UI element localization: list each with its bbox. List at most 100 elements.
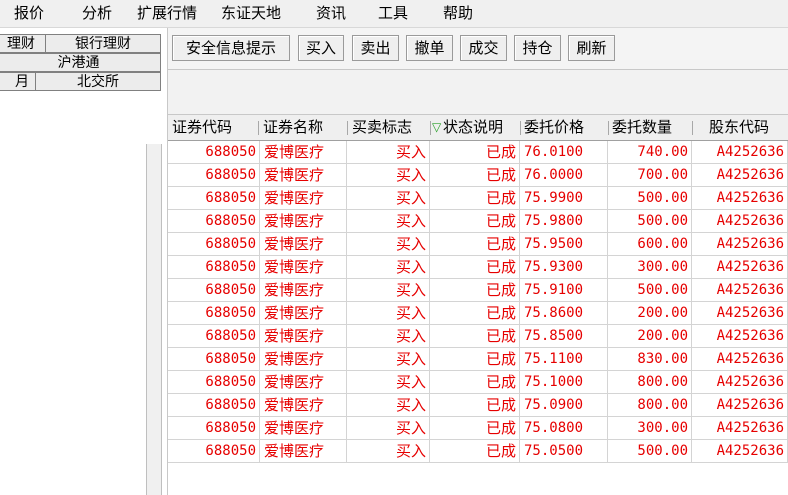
table-row[interactable]: 688050 爱博医疗 买入 已成 76.0100 740.00 A4252636	[168, 141, 788, 164]
cell-status: 已成	[430, 256, 520, 278]
cell-code: 688050	[168, 325, 260, 347]
cell-qty: 500.00	[608, 187, 692, 209]
menu-help[interactable]: 帮助	[443, 3, 473, 23]
cell-qty: 200.00	[608, 302, 692, 324]
table-row[interactable]: 688050 爱博医疗 买入 已成 75.1100 830.00 A4252636	[168, 348, 788, 371]
sort-down-icon: ▽	[432, 120, 442, 134]
col-divider[interactable]	[520, 121, 521, 135]
buy-button[interactable]: 买入	[298, 35, 344, 61]
cell-qty: 500.00	[608, 279, 692, 301]
col-header-price[interactable]: 委托价格	[524, 115, 606, 140]
table-row[interactable]: 688050 爱博医疗 买入 已成 75.9100 500.00 A4252636	[168, 279, 788, 302]
col-divider[interactable]	[347, 121, 348, 135]
security-info-button[interactable]: 安全信息提示	[172, 35, 290, 61]
positions-button[interactable]: 持仓	[514, 35, 561, 61]
cell-price: 75.1000	[520, 371, 608, 393]
cell-code: 688050	[168, 141, 260, 163]
cell-status: 已成	[430, 348, 520, 370]
tab-month[interactable]: 月	[0, 72, 36, 91]
cell-holder: A4252636	[692, 187, 788, 209]
cell-side: 买入	[347, 164, 430, 186]
cell-status: 已成	[430, 233, 520, 255]
table-row[interactable]: 688050 爱博医疗 买入 已成 75.9800 500.00 A4252636	[168, 210, 788, 233]
table-row[interactable]: 688050 爱博医疗 买入 已成 75.9900 500.00 A4252636	[168, 187, 788, 210]
table-row[interactable]: 688050 爱博医疗 买入 已成 75.9500 600.00 A4252636	[168, 233, 788, 256]
menu-tools[interactable]: 工具	[378, 3, 408, 23]
col-divider[interactable]	[608, 121, 609, 135]
col-divider[interactable]	[692, 121, 693, 135]
refresh-button[interactable]: 刷新	[568, 35, 615, 61]
menu-analysis[interactable]: 分析	[82, 3, 112, 23]
menu-quote[interactable]: 报价	[14, 3, 44, 23]
cell-qty: 500.00	[608, 210, 692, 232]
left-scrollbar[interactable]	[146, 144, 162, 495]
cell-status: 已成	[430, 302, 520, 324]
col-header-qty[interactable]: 委托数量	[612, 115, 692, 140]
cell-code: 688050	[168, 187, 260, 209]
tab-hk-connect[interactable]: 沪港通	[0, 53, 161, 72]
cell-status: 已成	[430, 141, 520, 163]
menu-bar: 报价 分析 扩展行情 东证天地 资讯 工具 帮助	[0, 0, 788, 28]
cell-status: 已成	[430, 371, 520, 393]
cell-name: 爱博医疗	[260, 325, 347, 347]
menu-news[interactable]: 资讯	[316, 3, 346, 23]
table-row[interactable]: 688050 爱博医疗 买入 已成 75.0900 800.00 A4252636	[168, 394, 788, 417]
cell-qty: 830.00	[608, 348, 692, 370]
cell-status: 已成	[430, 210, 520, 232]
cell-holder: A4252636	[692, 440, 788, 462]
col-divider[interactable]	[258, 121, 259, 135]
menu-dzt[interactable]: 东证天地	[221, 3, 281, 23]
cell-holder: A4252636	[692, 348, 788, 370]
cell-side: 买入	[347, 256, 430, 278]
tab-bse[interactable]: 北交所	[35, 72, 161, 91]
cell-price: 75.8600	[520, 302, 608, 324]
col-header-name[interactable]: 证券名称	[263, 115, 345, 140]
cell-name: 爱博医疗	[260, 371, 347, 393]
cell-holder: A4252636	[692, 394, 788, 416]
cell-name: 爱博医疗	[260, 141, 347, 163]
col-header-holder[interactable]: 股东代码	[709, 115, 787, 140]
tab-wealth[interactable]: 理财	[0, 34, 46, 53]
cell-side: 买入	[347, 210, 430, 232]
col-header-status[interactable]: 状态说明	[443, 115, 519, 140]
table-row[interactable]: 688050 爱博医疗 买入 已成 75.0500 500.00 A4252636	[168, 440, 788, 463]
cancel-order-button[interactable]: 撤单	[406, 35, 453, 61]
col-header-code[interactable]: 证券代码	[172, 115, 256, 140]
cell-price: 75.0900	[520, 394, 608, 416]
table-row[interactable]: 688050 爱博医疗 买入 已成 75.1000 800.00 A4252636	[168, 371, 788, 394]
cell-code: 688050	[168, 440, 260, 462]
cell-name: 爱博医疗	[260, 164, 347, 186]
cell-holder: A4252636	[692, 164, 788, 186]
cell-price: 75.1100	[520, 348, 608, 370]
tab-bank-wealth[interactable]: 银行理财	[45, 34, 161, 53]
cell-side: 买入	[347, 394, 430, 416]
cell-price: 75.9800	[520, 210, 608, 232]
col-divider[interactable]	[430, 121, 431, 135]
cell-name: 爱博医疗	[260, 348, 347, 370]
cell-code: 688050	[168, 348, 260, 370]
table-row[interactable]: 688050 爱博医疗 买入 已成 75.0800 300.00 A4252636	[168, 417, 788, 440]
table-row[interactable]: 688050 爱博医疗 买入 已成 75.8600 200.00 A4252636	[168, 302, 788, 325]
table-row[interactable]: 688050 爱博医疗 买入 已成 75.8500 200.00 A4252636	[168, 325, 788, 348]
cell-holder: A4252636	[692, 256, 788, 278]
cell-qty: 200.00	[608, 325, 692, 347]
cell-status: 已成	[430, 187, 520, 209]
cell-code: 688050	[168, 394, 260, 416]
trades-button[interactable]: 成交	[460, 35, 507, 61]
cell-price: 75.0800	[520, 417, 608, 439]
col-header-side[interactable]: 买卖标志	[352, 115, 429, 140]
cell-name: 爱博医疗	[260, 256, 347, 278]
cell-holder: A4252636	[692, 141, 788, 163]
orders-table-header: 证券代码 证券名称 买卖标志 ▽ 状态说明 委托价格 委托数量 股东代码	[168, 115, 788, 141]
cell-price: 75.8500	[520, 325, 608, 347]
cell-name: 爱博医疗	[260, 210, 347, 232]
cell-qty: 300.00	[608, 256, 692, 278]
order-toolbar: 安全信息提示 买入 卖出 撤单 成交 持仓 刷新	[168, 28, 788, 70]
cell-price: 75.9300	[520, 256, 608, 278]
menu-extended[interactable]: 扩展行情	[137, 3, 197, 23]
table-row[interactable]: 688050 爱博医疗 买入 已成 75.9300 300.00 A4252636	[168, 256, 788, 279]
table-row[interactable]: 688050 爱博医疗 买入 已成 76.0000 700.00 A4252636	[168, 164, 788, 187]
cell-price: 75.9100	[520, 279, 608, 301]
cell-side: 买入	[347, 371, 430, 393]
sell-button[interactable]: 卖出	[352, 35, 399, 61]
